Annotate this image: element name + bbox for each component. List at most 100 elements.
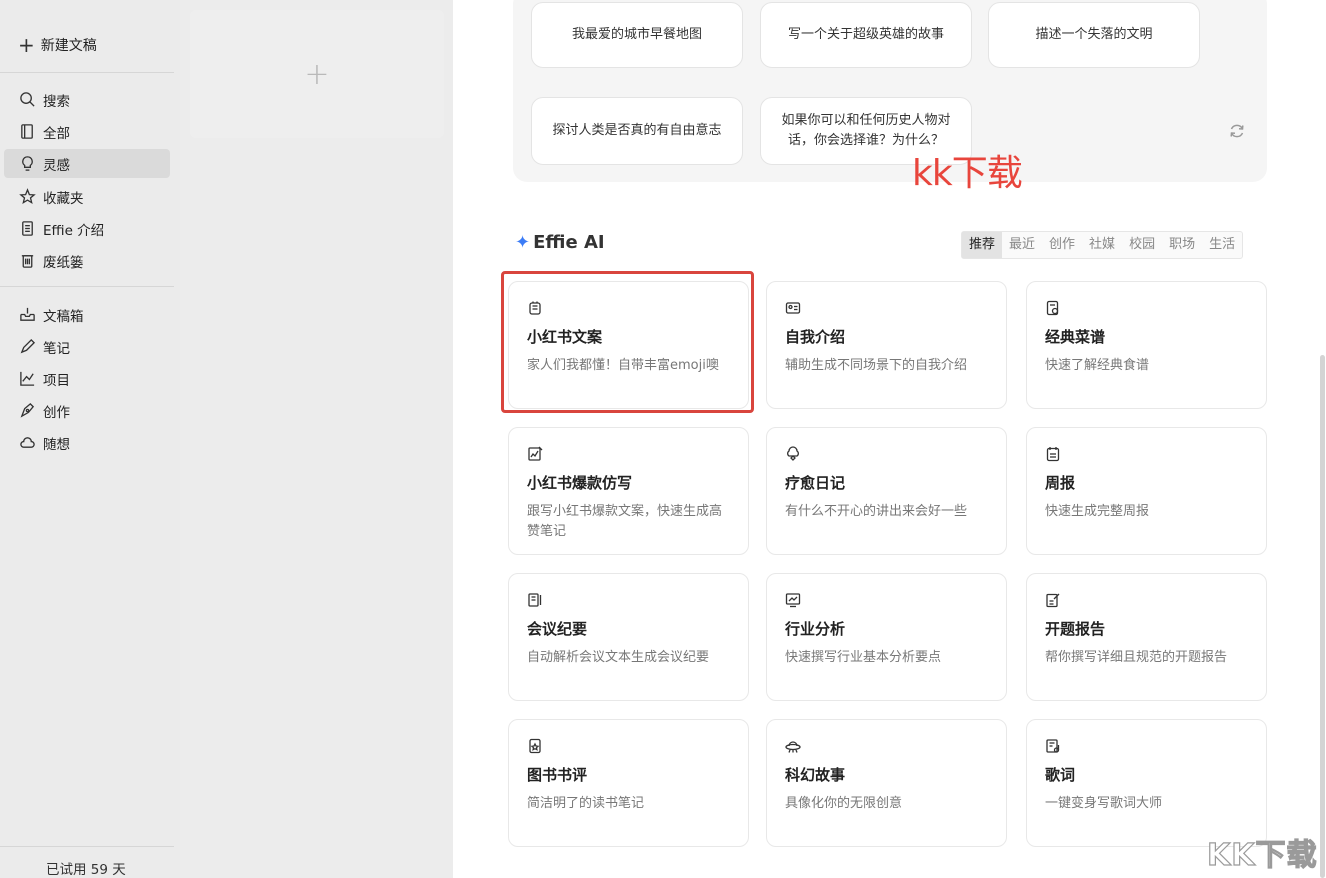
tab-life[interactable]: 生活 <box>1202 232 1242 258</box>
sidebar-item-doc-box[interactable]: 文稿箱 <box>4 300 170 329</box>
card-description: 一键变身写歌词大师 <box>1045 796 1163 811</box>
document-list-panel: + <box>180 0 453 878</box>
trend-icon <box>785 592 803 610</box>
prompt-chip[interactable]: 探讨人类是否真的有自由意志 <box>531 97 743 165</box>
watermark: kk下载 <box>912 153 1023 194</box>
card-description: 具像化你的无限创意 <box>785 796 903 811</box>
sidebar-item-trash[interactable]: 废纸篓 <box>4 246 170 275</box>
card-description: 自动解析会议文本生成会议纪要 <box>527 650 710 665</box>
sidebar-item-favorites[interactable]: 收藏夹 <box>4 182 170 211</box>
plus-icon: + <box>304 56 330 92</box>
chart-icon <box>18 370 36 388</box>
note-icon <box>527 300 545 318</box>
template-card[interactable]: 图书书评 简洁明了的读书笔记 <box>508 719 749 847</box>
new-doc-button[interactable]: + 新建文稿 <box>18 34 97 56</box>
sidebar-item-search[interactable]: 搜索 <box>4 85 170 114</box>
sidebar-item-label: 灵感 <box>43 157 70 174</box>
sparkle-icon: ✦ <box>515 232 531 253</box>
card-description: 有什么不开心的讲出来会好一些 <box>785 504 968 519</box>
template-card[interactable]: 自我介绍 辅助生成不同场景下的自我介绍 <box>766 281 1007 409</box>
card-description: 辅助生成不同场景下的自我介绍 <box>785 358 968 373</box>
card-title: 行业分析 <box>785 620 846 638</box>
prompt-chip[interactable]: 描述一个失落的文明 <box>988 2 1200 68</box>
search-icon <box>18 91 36 109</box>
sidebar-item-label: 项目 <box>43 372 70 389</box>
card-title: 歌词 <box>1045 766 1076 784</box>
star-icon <box>18 188 36 206</box>
template-card[interactable]: 行业分析 快速撰写行业基本分析要点 <box>766 573 1007 701</box>
template-card[interactable]: 小红书文案 家人们我都懂！自带丰富emoji噢 <box>508 281 749 409</box>
card-description: 简洁明了的读书笔记 <box>527 796 645 811</box>
tab-campus[interactable]: 校园 <box>1122 232 1162 258</box>
recipe-icon <box>1045 300 1063 318</box>
trial-status: 已试用 59 天 <box>46 862 126 878</box>
add-document-card[interactable]: + <box>190 10 444 138</box>
card-title: 图书书评 <box>527 766 588 784</box>
cloud-icon <box>18 434 36 452</box>
sidebar-item-label: 随想 <box>43 436 70 453</box>
sidebar-item-label: 笔记 <box>43 340 70 357</box>
trash-icon <box>18 252 36 270</box>
sidebar-item-label: 收藏夹 <box>43 190 84 207</box>
tab-workplace[interactable]: 职场 <box>1162 232 1202 258</box>
card-description: 快速撰写行业基本分析要点 <box>785 650 942 665</box>
template-card[interactable]: 歌词 一键变身写歌词大师 <box>1026 719 1267 847</box>
inbox-icon <box>18 306 36 324</box>
nib-icon <box>18 402 36 420</box>
card-description: 快速生成完整周报 <box>1045 504 1150 519</box>
book-review-icon <box>527 738 545 756</box>
book-icon <box>18 123 36 141</box>
main-content: 我最爱的城市早餐地图 写一个关于超级英雄的故事 描述一个失落的文明 探讨人类是否… <box>453 0 1326 878</box>
template-card[interactable]: 科幻故事 具像化你的无限创意 <box>766 719 1007 847</box>
sidebar-item-label: 创作 <box>43 404 70 421</box>
card-description: 帮你撰写详细且规范的开题报告 <box>1045 650 1228 665</box>
card-title: 经典菜谱 <box>1045 328 1106 346</box>
template-card[interactable]: 周报 快速生成完整周报 <box>1026 427 1267 555</box>
card-title: 自我介绍 <box>785 328 846 346</box>
document-icon <box>18 220 36 238</box>
tab-recent[interactable]: 最近 <box>1002 232 1042 258</box>
sidebar-item-creation[interactable]: 创作 <box>4 396 170 425</box>
prompt-chip[interactable]: 写一个关于超级英雄的故事 <box>760 2 972 68</box>
sidebar-item-projects[interactable]: 项目 <box>4 364 170 393</box>
card-description: 跟写小红书爆款文案，快速生成高赞笔记 <box>527 504 723 539</box>
template-card[interactable]: 经典菜谱 快速了解经典食谱 <box>1026 281 1267 409</box>
sidebar-item-label: 文稿箱 <box>43 308 84 325</box>
template-card[interactable]: 会议纪要 自动解析会议文本生成会议纪要 <box>508 573 749 701</box>
sidebar: + 新建文稿 搜索 全部 灵感 收藏夹 Effie 介绍 废纸篓 文稿箱 笔记 … <box>0 0 180 878</box>
category-tabs: 推荐 最近 创作 社媒 校园 职场 生活 <box>961 231 1244 259</box>
sidebar-item-inspiration[interactable]: 灵感 <box>4 149 170 178</box>
prompt-chip[interactable]: 我最爱的城市早餐地图 <box>531 2 743 68</box>
divider <box>0 72 174 73</box>
sidebar-item-label: Effie 介绍 <box>43 222 105 239</box>
sidebar-item-effie-intro[interactable]: Effie 介绍 <box>4 214 170 243</box>
edit-chart-icon <box>527 446 545 464</box>
tab-creation[interactable]: 创作 <box>1042 232 1082 258</box>
sidebar-item-notes[interactable]: 笔记 <box>4 332 170 361</box>
tab-recommended[interactable]: 推荐 <box>962 232 1003 258</box>
divider <box>0 846 174 847</box>
sidebar-item-thoughts[interactable]: 随想 <box>4 428 170 457</box>
template-card[interactable]: 小红书爆款仿写 跟写小红书爆款文案，快速生成高赞笔记 <box>508 427 749 555</box>
sidebar-item-all[interactable]: 全部 <box>4 117 170 146</box>
sidebar-item-label: 全部 <box>43 125 70 142</box>
lightbulb-icon <box>18 155 36 173</box>
card-title: 科幻故事 <box>785 766 846 784</box>
sidebar-item-label: 废纸篓 <box>43 254 84 271</box>
new-doc-label: 新建文稿 <box>40 38 97 54</box>
report-icon <box>1045 592 1063 610</box>
refresh-icon[interactable] <box>1228 122 1248 142</box>
healing-icon <box>785 446 803 464</box>
tab-social[interactable]: 社媒 <box>1082 232 1122 258</box>
vertical-scrollbar[interactable] <box>1320 355 1325 878</box>
pen-icon <box>18 338 36 356</box>
prompt-suggestions: 我最爱的城市早餐地图 写一个关于超级英雄的故事 描述一个失落的文明 探讨人类是否… <box>513 0 1267 182</box>
card-title: 周报 <box>1045 474 1076 492</box>
card-title: 开题报告 <box>1045 620 1106 638</box>
template-card[interactable]: 疗愈日记 有什么不开心的讲出来会好一些 <box>766 427 1007 555</box>
corner-watermark: KK下载 <box>1206 837 1318 873</box>
card-title: 小红书文案 <box>527 328 603 346</box>
divider <box>0 286 174 287</box>
card-title: 会议纪要 <box>527 620 588 638</box>
template-card[interactable]: 开题报告 帮你撰写详细且规范的开题报告 <box>1026 573 1267 701</box>
